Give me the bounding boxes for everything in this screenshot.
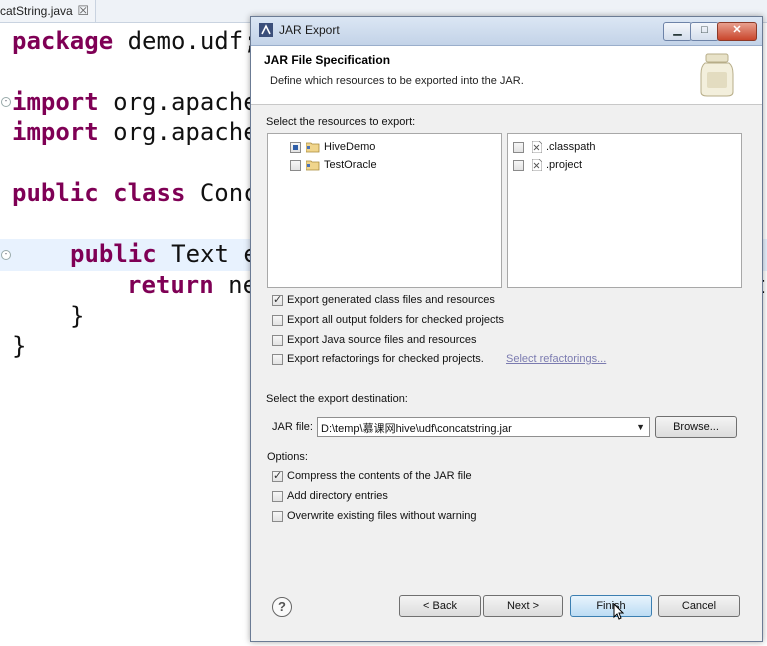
testoracle-checkbox[interactable] (290, 160, 301, 171)
export-class-files-option[interactable]: Export generated class files and resourc… (272, 293, 572, 310)
code-text: } (70, 302, 85, 330)
tree-item-hivedemo[interactable]: HiveDemo (290, 139, 410, 155)
dialog-title: JAR Export (279, 23, 340, 37)
export-class-files-checkbox[interactable] (272, 293, 283, 306)
overwrite-checkbox[interactable] (272, 511, 283, 522)
code-line: return ne (127, 270, 257, 300)
folder-project-icon (306, 142, 320, 153)
export-output-folders-checkbox[interactable] (272, 315, 283, 326)
keyword: package (12, 27, 114, 55)
export-refactorings-checkbox[interactable] (272, 354, 283, 365)
file-item-classpath[interactable]: .classpath (513, 139, 633, 155)
option-label: Overwrite existing files without warning (287, 510, 477, 522)
code-text: Conc (185, 179, 258, 207)
wizard-page-title: JAR File Specification (264, 53, 391, 67)
editor-tab-label: catString.java (0, 4, 73, 18)
code-text: org.apache (98, 118, 258, 146)
option-label: Export Java source files and resources (287, 334, 477, 346)
tree-item-label: TestOracle (324, 159, 377, 171)
minimize-icon[interactable]: ▁ (663, 22, 692, 41)
overwrite-option[interactable]: Overwrite existing files without warning (272, 510, 572, 526)
classpath-checkbox[interactable] (513, 142, 524, 153)
code-line: import org.apache (12, 87, 258, 117)
directory-entries-option[interactable]: Add directory entries (272, 490, 572, 506)
code-text: } (12, 332, 27, 360)
maximize-icon[interactable]: □ (690, 22, 719, 41)
tree-item-testoracle[interactable]: TestOracle (290, 157, 410, 173)
help-icon[interactable]: ? (272, 597, 292, 617)
wizard-banner: JAR File Specification Define which reso… (251, 46, 762, 105)
code-line: } (70, 301, 84, 331)
back-button[interactable]: < Back (399, 595, 481, 617)
file-item-project[interactable]: .project (513, 157, 633, 173)
export-refactorings-option[interactable]: Export refactorings for checked projects… (272, 353, 622, 369)
tab-close-icon[interactable]: ☒ (77, 0, 89, 22)
dropdown-arrow-icon[interactable]: ▼ (636, 422, 645, 432)
jar-file-value: D:\temp\慕课网hive\udf\concatstring.jar (321, 423, 512, 435)
code-text: org.apache (98, 88, 258, 116)
cancel-button[interactable]: Cancel (658, 595, 740, 617)
keyword: public (70, 240, 157, 268)
option-label: Add directory entries (287, 490, 388, 502)
directory-entries-checkbox[interactable] (272, 491, 283, 502)
code-text: Text e (156, 240, 258, 268)
code-line: public class Conc (12, 178, 258, 208)
option-label: Export refactorings for checked projects… (287, 353, 484, 365)
code-text: demo.udf; (113, 27, 258, 55)
option-label: Export generated class files and resourc… (287, 294, 495, 306)
code-line: public Text e (70, 239, 258, 269)
file-item-label: .project (546, 159, 583, 171)
tree-item-label: HiveDemo (324, 141, 376, 153)
code-line: package demo.udf; (12, 26, 258, 56)
option-label: Compress the contents of the JAR file (287, 470, 472, 482)
hivedemo-checkbox[interactable] (290, 142, 301, 153)
options-label: Options: (267, 451, 308, 463)
export-java-source-checkbox[interactable] (272, 335, 283, 346)
keyword: import (12, 118, 99, 146)
jar-file-combo[interactable]: D:\temp\慕课网hive\udf\concatstring.jar ▼ (317, 417, 650, 437)
option-label: Export all output folders for checked pr… (287, 314, 505, 326)
editor-tab[interactable]: catString.java ☒ (0, 0, 96, 23)
wizard-page-description: Define which resources to be exported in… (270, 75, 524, 87)
next-button[interactable]: Next > (483, 595, 563, 617)
fold-icon[interactable]: - (1, 250, 11, 260)
jar-icon (700, 53, 734, 97)
resources-label: Select the resources to export: (266, 116, 416, 128)
keyword: import (12, 88, 99, 116)
export-java-source-option[interactable]: Export Java source files and resources (272, 334, 572, 350)
browse-button[interactable]: Browse... (655, 416, 737, 438)
file-item-label: .classpath (546, 141, 596, 153)
files-list[interactable]: .classpath .project (507, 133, 742, 288)
compress-option[interactable]: Compress the contents of the JAR file (272, 469, 572, 486)
select-refactorings-link[interactable]: Select refactorings... (506, 353, 606, 366)
projects-tree[interactable]: HiveDemo TestOracle (267, 133, 502, 288)
export-output-folders-option[interactable]: Export all output folders for checked pr… (272, 314, 572, 330)
code-line: } (12, 331, 26, 361)
code-line: import org.apache (12, 117, 258, 147)
project-checkbox[interactable] (513, 160, 524, 171)
eclipse-app-icon (259, 23, 273, 37)
jar-export-dialog: JAR Export ▁ □ ✕ JAR File Specification … (250, 16, 763, 642)
fold-icon[interactable]: - (1, 97, 11, 107)
compress-checkbox[interactable] (272, 469, 283, 482)
keyword: return (127, 271, 214, 299)
destination-label: Select the export destination: (266, 393, 408, 405)
finish-button[interactable]: Finish (570, 595, 652, 617)
mouse-cursor-icon (613, 603, 624, 620)
file-icon (532, 141, 542, 153)
folder-project-icon (306, 160, 320, 171)
keyword: public class (12, 179, 186, 207)
file-icon (532, 159, 542, 171)
dialog-titlebar[interactable]: JAR Export ▁ □ ✕ (251, 17, 762, 46)
jar-file-label: JAR file: (272, 421, 313, 433)
close-icon[interactable]: ✕ (717, 22, 757, 41)
